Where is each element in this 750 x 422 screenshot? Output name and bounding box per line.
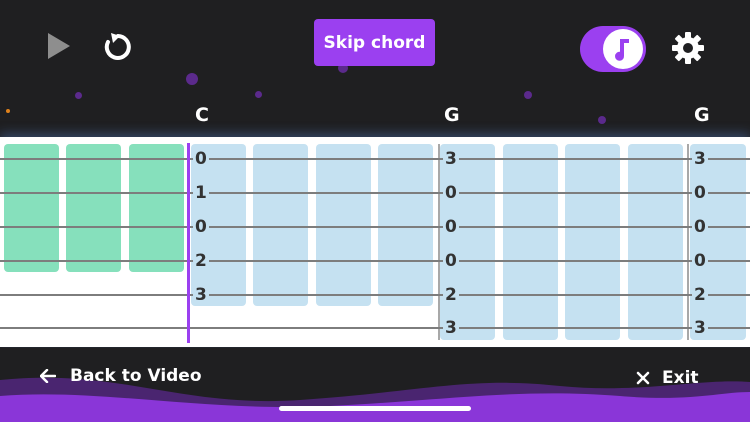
fret-number: 2 xyxy=(193,251,209,271)
fret-number: 3 xyxy=(443,318,459,338)
chord-label-g: G xyxy=(444,104,460,126)
decor-dot xyxy=(524,91,532,99)
top-bar: Skip chord C G G xyxy=(0,0,750,135)
chord-tile xyxy=(565,144,620,340)
restart-icon[interactable] xyxy=(100,28,136,64)
fret-number: 0 xyxy=(193,217,209,237)
played-tile xyxy=(4,144,59,272)
chord-divider xyxy=(687,144,689,340)
played-tile xyxy=(129,144,184,272)
chord-label-g: G xyxy=(694,104,710,126)
fret-number: 3 xyxy=(692,149,708,169)
decor-dot xyxy=(75,92,82,99)
played-tile xyxy=(66,144,121,272)
fret-number: 0 xyxy=(193,149,209,169)
guitar-string xyxy=(0,158,750,160)
decor-dot xyxy=(598,116,606,124)
guitar-string xyxy=(0,294,750,296)
exit-label: Exit xyxy=(662,368,699,388)
fret-number: 0 xyxy=(443,251,459,271)
guitar-string xyxy=(0,226,750,228)
exit-button[interactable]: Exit xyxy=(636,368,699,388)
guitar-string xyxy=(0,260,750,262)
fret-number: 3 xyxy=(193,285,209,305)
home-indicator[interactable] xyxy=(279,406,471,411)
fret-number: 3 xyxy=(443,149,459,169)
chord-divider xyxy=(438,144,440,340)
bottom-bar: Back to Video Exit xyxy=(0,348,750,422)
chord-tile xyxy=(378,144,433,306)
gear-icon[interactable] xyxy=(668,28,708,68)
chord-tile xyxy=(690,144,746,340)
play-icon[interactable] xyxy=(40,28,76,64)
decor-dot xyxy=(186,73,198,85)
music-note-icon xyxy=(603,29,643,69)
fret-number: 0 xyxy=(692,251,708,271)
decor-dot xyxy=(255,91,262,98)
chord-tile xyxy=(628,144,683,340)
back-to-video-button[interactable]: Back to Video xyxy=(40,366,202,386)
chord-tile xyxy=(440,144,495,340)
chord-tile xyxy=(316,144,371,306)
fret-number: 0 xyxy=(692,183,708,203)
guitar-string xyxy=(0,192,750,194)
arrow-left-icon xyxy=(40,369,56,383)
chord-label-c: C xyxy=(195,104,209,126)
fret-number: 1 xyxy=(193,183,209,203)
decor-dot xyxy=(6,109,10,113)
playhead xyxy=(187,143,190,343)
fret-number: 2 xyxy=(443,285,459,305)
chord-tile xyxy=(503,144,558,340)
back-label: Back to Video xyxy=(70,366,202,386)
chord-tile xyxy=(253,144,308,306)
guitar-string xyxy=(0,327,750,329)
close-icon xyxy=(636,371,650,385)
fret-number: 0 xyxy=(692,217,708,237)
music-mode-toggle[interactable] xyxy=(580,26,646,72)
fret-number: 3 xyxy=(692,318,708,338)
fret-number: 0 xyxy=(443,183,459,203)
fret-number: 2 xyxy=(692,285,708,305)
skip-chord-button[interactable]: Skip chord xyxy=(314,19,435,66)
fret-number: 0 xyxy=(443,217,459,237)
